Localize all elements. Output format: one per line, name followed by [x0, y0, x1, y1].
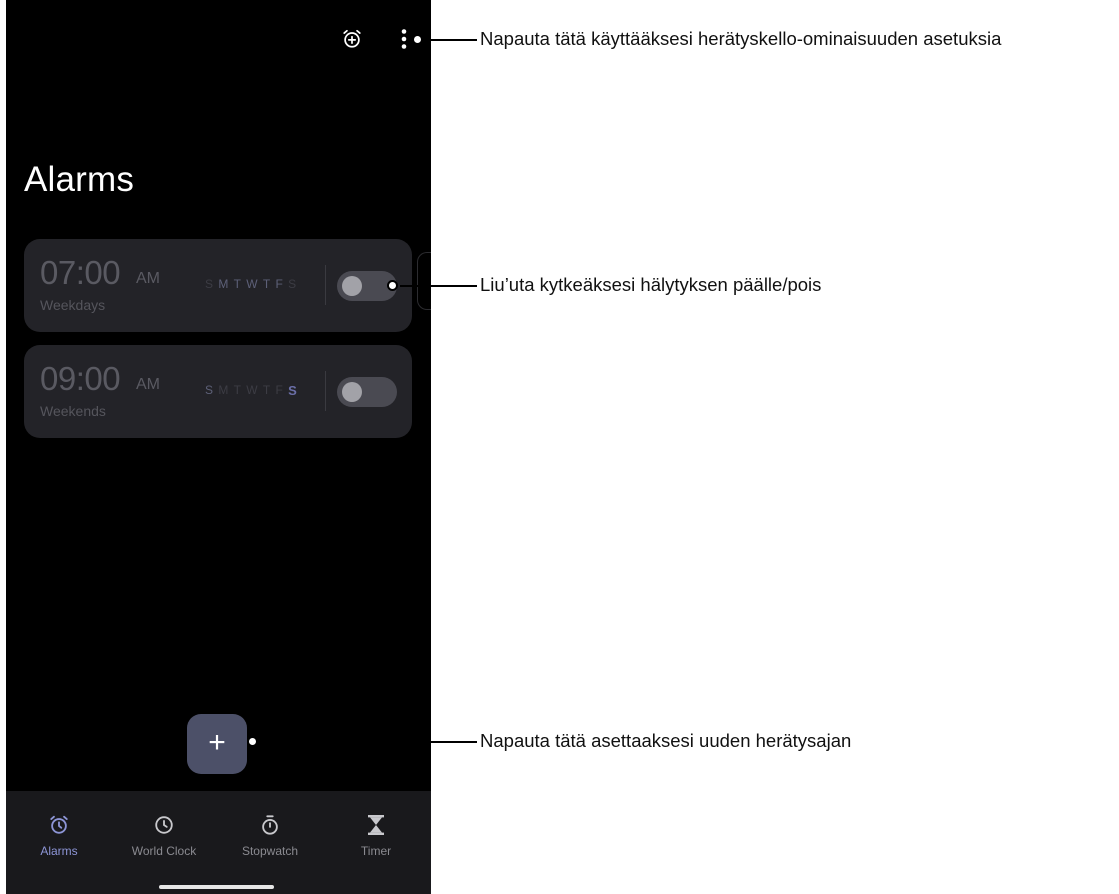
- alarm-repeat-days: S M T W T F S: [205, 277, 296, 291]
- day-sunday: S: [205, 383, 214, 397]
- callout-line: [258, 741, 477, 743]
- tab-stopwatch[interactable]: Stopwatch: [220, 811, 320, 858]
- day-friday: F: [275, 277, 284, 291]
- alarm-icon: [9, 811, 109, 839]
- divider: [325, 265, 326, 305]
- alarm-time: 07:00: [40, 254, 121, 291]
- add-alarm-button[interactable]: +: [187, 714, 247, 774]
- alarm-label: Weekends: [40, 403, 106, 419]
- day-monday: M: [218, 383, 229, 397]
- tab-label: World Clock: [131, 844, 197, 858]
- day-thursday: T: [262, 383, 271, 397]
- tab-label: Timer: [360, 844, 392, 858]
- callout-dot: [247, 736, 258, 747]
- callout-settings: Napauta tätä käyttääksesi herätyskello-o…: [480, 28, 1002, 49]
- hourglass-icon: [326, 811, 426, 839]
- day-tuesday: T: [233, 383, 242, 397]
- day-thursday: T: [262, 277, 271, 291]
- edge-panel-handle[interactable]: [417, 252, 431, 310]
- day-friday: F: [275, 383, 284, 397]
- callout-dot: [412, 34, 423, 45]
- alarm-toggle[interactable]: [337, 377, 397, 407]
- day-wednesday: W: [246, 383, 258, 397]
- day-wednesday: W: [246, 277, 258, 291]
- home-indicator[interactable]: [159, 885, 274, 889]
- alarm-card[interactable]: 07:00 AM Weekdays S M T W T F S: [24, 239, 412, 332]
- callout-dot: [387, 280, 398, 291]
- toggle-knob: [342, 276, 362, 296]
- callout-line: [425, 39, 477, 41]
- divider: [325, 371, 326, 411]
- bottom-nav: Alarms World Clock Stopwatch Timer: [6, 791, 431, 894]
- tab-label: Stopwatch: [241, 844, 299, 858]
- clock-icon: [114, 811, 214, 839]
- annotated-screenshot: Alarms 07:00 AM Weekdays S M T W T F S 0…: [0, 0, 1119, 894]
- day-saturday: S: [288, 277, 297, 291]
- day-tuesday: T: [233, 277, 242, 291]
- callout-new-alarm: Napauta tätä asettaaksesi uuden herätysa…: [480, 730, 852, 751]
- phone-screen: Alarms 07:00 AM Weekdays S M T W T F S 0…: [6, 0, 431, 894]
- stopwatch-icon: [220, 811, 320, 839]
- tab-timer[interactable]: Timer: [326, 811, 426, 858]
- alarm-add-icon[interactable]: [338, 25, 366, 53]
- callout-line: [400, 285, 477, 287]
- toggle-knob: [342, 382, 362, 402]
- alarm-time: 09:00: [40, 360, 121, 397]
- tab-world-clock[interactable]: World Clock: [114, 811, 214, 858]
- alarm-card[interactable]: 09:00 AM Weekends S M T W T F S: [24, 345, 412, 438]
- alarm-ampm: AM: [136, 270, 160, 287]
- tab-alarms[interactable]: Alarms: [9, 811, 109, 858]
- alarm-repeat-days: S M T W T F S: [205, 383, 297, 398]
- day-sunday: S: [205, 277, 214, 291]
- tab-label: Alarms: [40, 844, 78, 858]
- alarm-label: Weekdays: [40, 297, 106, 313]
- page-title: Alarms: [24, 160, 135, 199]
- day-monday: M: [218, 277, 229, 291]
- alarm-ampm: AM: [136, 376, 160, 393]
- callout-toggle: Liu’uta kytkeäksesi hälytyksen päälle/po…: [480, 274, 822, 295]
- day-saturday: S: [288, 383, 298, 398]
